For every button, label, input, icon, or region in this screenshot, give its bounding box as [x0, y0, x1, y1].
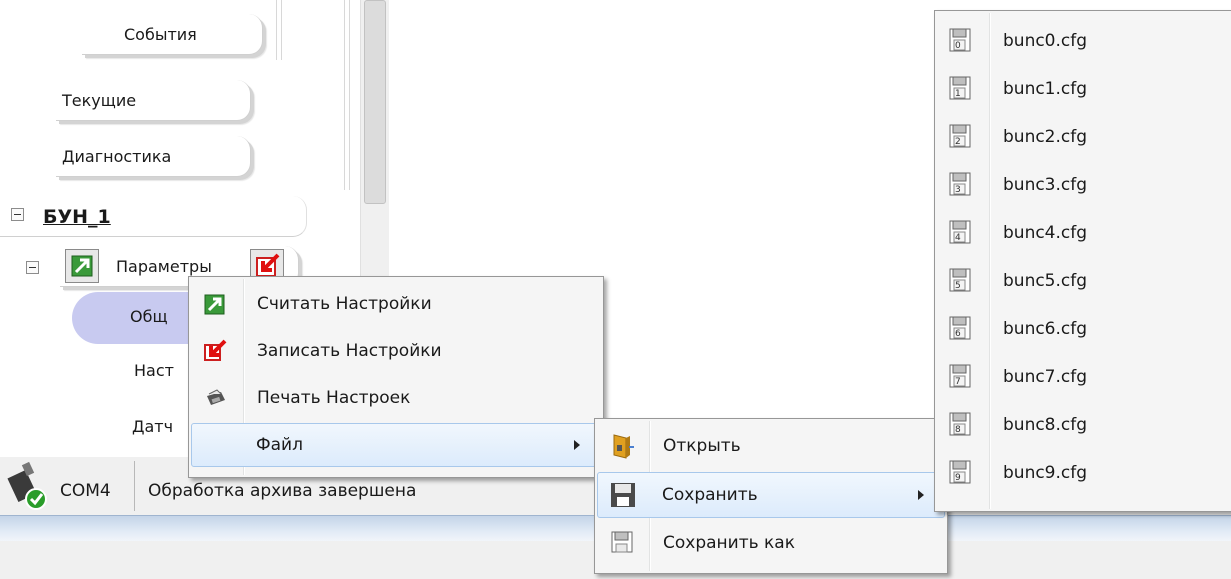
floppy-slot-number: 2: [955, 137, 961, 147]
floppy-slot-number: 1: [955, 89, 961, 99]
menu-item-read-settings[interactable]: Считать Настройки: [191, 282, 601, 326]
collapse-icon[interactable]: [26, 261, 39, 274]
tree-item-events-label: События: [124, 24, 197, 44]
menu-item-save-as[interactable]: Сохранить как: [597, 520, 945, 566]
floppy-slot-number: 7: [955, 377, 961, 387]
floppy-slot-number: 0: [955, 41, 961, 51]
menu-item-label: bunc3.cfg: [1003, 175, 1088, 195]
node-title: БУН_1: [43, 206, 111, 228]
connection-icon: [6, 459, 48, 511]
tree-item-general-label: Общ: [130, 307, 168, 326]
floppy-slot-number: 8: [955, 425, 961, 435]
menu-item-open[interactable]: Открыть: [597, 423, 945, 469]
tree-connector-line: [344, 0, 350, 190]
write-settings-icon: [203, 339, 227, 367]
menu-item-label: bunc6.cfg: [1003, 319, 1088, 339]
menu-item-label: Файл: [256, 435, 303, 455]
file-submenu: Открыть Сохранить Сохранить как: [594, 418, 948, 574]
menu-item-save-slot[interactable]: 1 bunc1.cfg: [937, 67, 1230, 111]
port-label: COM4: [60, 481, 111, 501]
open-file-icon: [611, 433, 635, 463]
floppy-slot-number: 6: [955, 329, 961, 339]
floppy-slot-number: 4: [955, 233, 961, 243]
menu-item-save-slot[interactable]: 7 bunc7.cfg: [937, 355, 1230, 399]
save-submenu: 0 bunc0.cfg 1 bunc1.cfg 2 bunc2.cfg 3 bunc3.cfg…: [934, 10, 1231, 512]
menu-item-label: bunc5.cfg: [1003, 271, 1088, 291]
menu-item-save-slot[interactable]: 3 bunc3.cfg: [937, 163, 1230, 207]
menu-item-save-slot[interactable]: 8 bunc8.cfg: [937, 403, 1230, 447]
menu-item-file[interactable]: Файл: [191, 423, 601, 467]
status-message: Обработка архива завершена: [148, 481, 417, 501]
tree-item-current-label: Текущие: [62, 90, 137, 110]
read-settings-icon: [203, 292, 227, 320]
menu-item-save-slot[interactable]: 4 bunc4.cfg: [937, 211, 1230, 255]
floppy-slot-number: 5: [955, 281, 961, 291]
menu-item-label: bunc9.cfg: [1003, 463, 1088, 483]
menu-item-label: bunc4.cfg: [1003, 223, 1088, 243]
menu-item-save-slot[interactable]: 9 bunc9.cfg: [937, 451, 1230, 495]
menu-item-label: bunc8.cfg: [1003, 415, 1088, 435]
menu-item-write-settings[interactable]: Записать Настройки: [191, 329, 601, 373]
tree-item-settings-label: Наст: [134, 360, 174, 380]
save-as-icon: [611, 531, 633, 557]
menu-item-save[interactable]: Сохранить: [597, 472, 945, 518]
menu-item-save-slot[interactable]: 6 bunc6.cfg: [937, 307, 1230, 351]
menu-item-label: bunc0.cfg: [1003, 31, 1088, 51]
menu-item-save-slot[interactable]: 0 bunc0.cfg: [937, 19, 1230, 63]
tree-item-sensors[interactable]: Датч: [74, 406, 204, 446]
submenu-arrow-icon: [918, 490, 924, 500]
read-params-icon[interactable]: [65, 249, 99, 283]
menu-item-label: Сохранить: [662, 485, 758, 505]
floppy-slot-number: 3: [955, 185, 961, 195]
tree-item-parameters-label: Параметры: [116, 256, 212, 276]
context-menu: Считать Настройки Записать Настройки Печ…: [188, 276, 604, 478]
submenu-arrow-icon: [574, 440, 580, 450]
menu-item-label: Записать Настройки: [257, 341, 442, 361]
printer-icon: [203, 386, 227, 414]
tree-scrollbar-thumb[interactable]: [364, 0, 386, 204]
menu-item-label: Печать Настроек: [257, 388, 411, 408]
status-separator: [134, 461, 135, 511]
menu-item-label: bunc1.cfg: [1003, 79, 1088, 99]
menu-item-label: Считать Настройки: [257, 294, 432, 314]
menu-item-save-slot[interactable]: 5 bunc5.cfg: [937, 259, 1230, 303]
menu-item-label: bunc7.cfg: [1003, 367, 1088, 387]
tree-item-sensors-label: Датч: [132, 416, 174, 436]
menu-item-save-slot[interactable]: 2 bunc2.cfg: [937, 115, 1230, 159]
save-icon: [610, 482, 636, 512]
tree-item-current[interactable]: Текущие: [56, 80, 251, 121]
menu-item-label: bunc2.cfg: [1003, 127, 1088, 147]
tree-item-settings[interactable]: Наст: [74, 350, 204, 390]
floppy-slot-number: 9: [955, 473, 961, 483]
collapse-icon[interactable]: [11, 208, 24, 221]
menu-item-label: Открыть: [663, 436, 741, 456]
menu-item-label: Сохранить как: [663, 533, 795, 553]
tree-item-diagnostics[interactable]: Диагностика: [56, 136, 251, 177]
tree-connector-line: [276, 0, 282, 60]
tree-item-events[interactable]: События: [82, 14, 263, 55]
tree-item-diagnostics-label: Диагностика: [62, 146, 172, 166]
menu-item-print-settings[interactable]: Печать Настроек: [191, 376, 601, 420]
